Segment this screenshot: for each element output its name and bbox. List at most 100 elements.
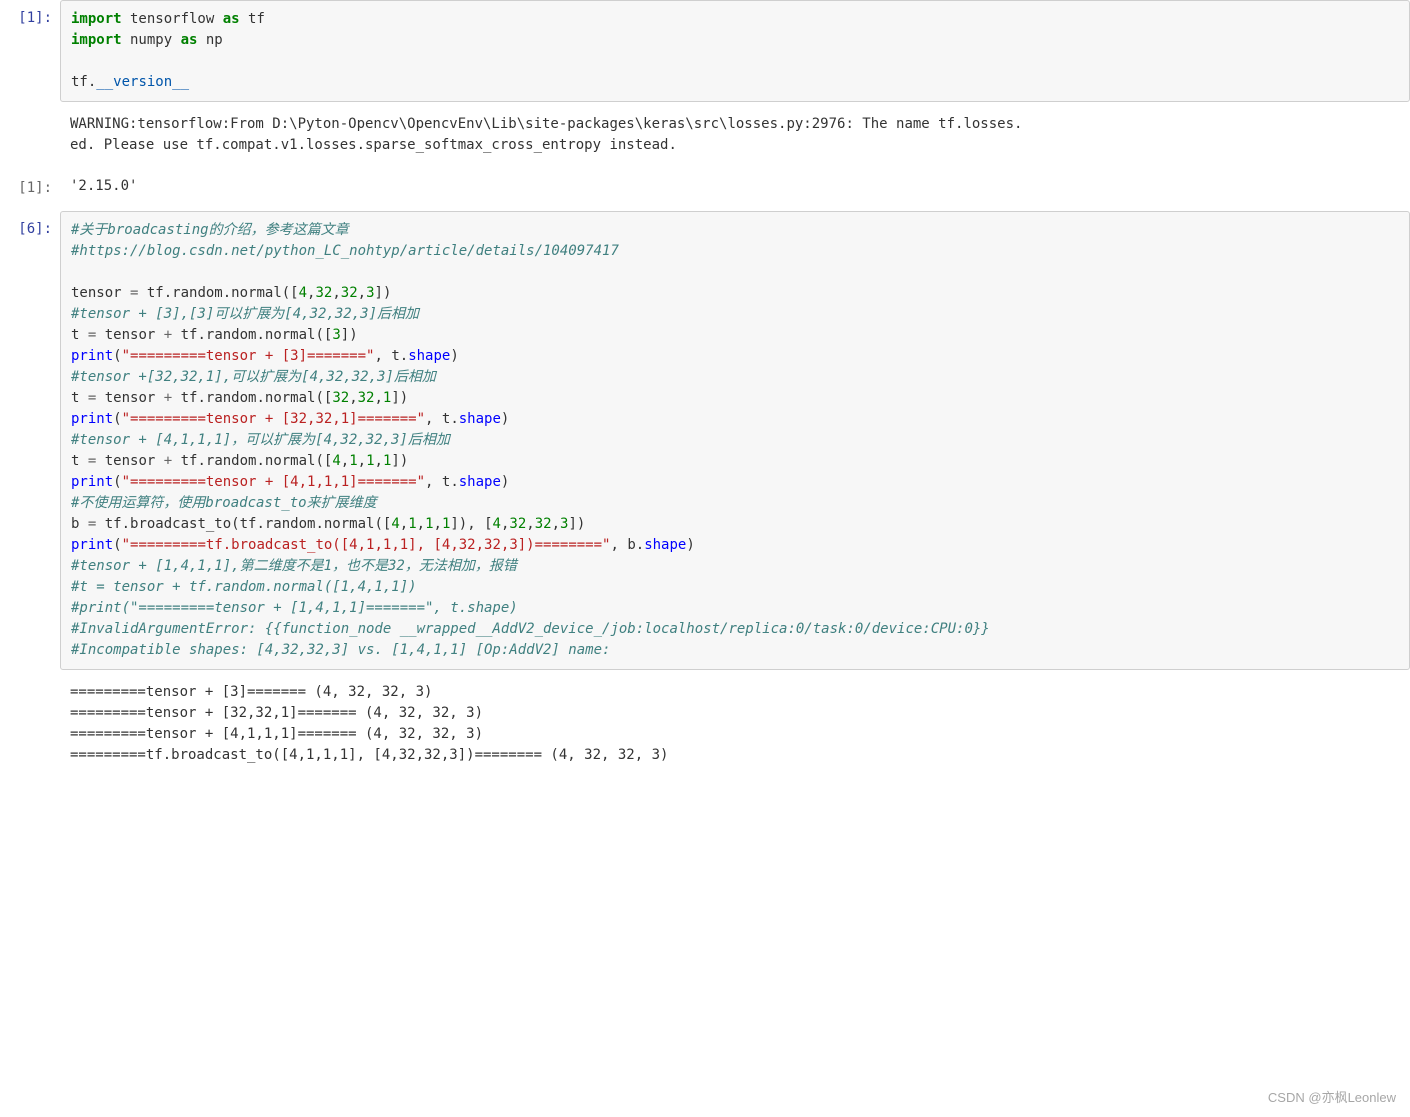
- comma: ,: [417, 516, 425, 532]
- print-output[interactable]: =========tensor + [3]======= (4, 32, 32,…: [60, 676, 1410, 780]
- fn-print: print: [71, 537, 113, 553]
- fn-print: print: [71, 348, 113, 364]
- comma: ,: [374, 390, 382, 406]
- close: ]): [568, 516, 585, 532]
- fn-print: print: [71, 474, 113, 490]
- comma: ,: [341, 453, 349, 469]
- var: tensor: [96, 327, 163, 343]
- num: 32: [332, 390, 349, 406]
- num: 32: [358, 390, 375, 406]
- num: 4: [391, 516, 399, 532]
- comment-line: #tensor + [3],[3]可以扩展为[4,32,32,3]后相加: [71, 306, 419, 322]
- comma: ,: [526, 516, 534, 532]
- comment-line: #InvalidArgumentError: {{function_node _…: [71, 621, 990, 637]
- kw-as: as: [181, 32, 198, 48]
- var: tensor: [96, 453, 163, 469]
- attr-shape: shape: [459, 411, 501, 427]
- close: ]): [375, 285, 392, 301]
- comment-line: #print("=========tensor + [1,4,1,1]=====…: [71, 600, 518, 616]
- comma: ,: [332, 285, 340, 301]
- arg: , b.: [610, 537, 644, 553]
- num: 4: [299, 285, 307, 301]
- var-t: t: [71, 453, 88, 469]
- str: "=========tensor + [32,32,1]=======": [122, 411, 425, 427]
- comment-line: #https://blog.csdn.net/python_LC_nohtyp/…: [71, 243, 619, 259]
- num: 32: [315, 285, 332, 301]
- num: 3: [366, 285, 374, 301]
- mod-numpy: numpy: [122, 32, 181, 48]
- num: 1: [425, 516, 433, 532]
- code-cell-1: [1]: import tensorflow as tf import nump…: [0, 0, 1410, 108]
- warning-output[interactable]: WARNING:tensorflow:From D:\Pyton-Opencv\…: [60, 108, 1410, 170]
- paren: (: [113, 537, 121, 553]
- kw-as: as: [223, 11, 240, 27]
- call: tf.random.normal([: [172, 390, 332, 406]
- code-cell-6: [6]: #关于broadcasting的介绍，参考这篇文章 #https://…: [0, 211, 1410, 676]
- paren: (: [113, 348, 121, 364]
- str: "=========tensor + [3]=======": [122, 348, 375, 364]
- fn-print: print: [71, 411, 113, 427]
- num: 1: [366, 453, 374, 469]
- num: 3: [332, 327, 340, 343]
- op-plus: +: [164, 327, 172, 343]
- in-prompt-1: [1]:: [0, 0, 60, 108]
- attr-version: __version__: [96, 74, 189, 90]
- comment-line: #关于broadcasting的介绍，参考这篇文章: [71, 222, 349, 238]
- mod-tensorflow: tensorflow: [122, 11, 223, 27]
- kw-import: import: [71, 32, 122, 48]
- alias-tf: tf: [240, 11, 265, 27]
- watermark-label: CSDN @亦枫Leonlew: [1268, 1088, 1396, 1108]
- alias-np: np: [197, 32, 222, 48]
- comma: ,: [358, 285, 366, 301]
- out-prompt-1: [1]:: [0, 170, 60, 211]
- obj-tf: tf.: [71, 74, 96, 90]
- arg: , t.: [425, 411, 459, 427]
- empty-prompt: [0, 108, 60, 170]
- comma: ,: [400, 516, 408, 532]
- kw-import: import: [71, 11, 122, 27]
- comment-line: #tensor + [4,1,1,1]，可以扩展为[4,32,32,3]后相加: [71, 432, 450, 448]
- attr-shape: shape: [644, 537, 686, 553]
- close: ]): [391, 390, 408, 406]
- paren: (: [113, 474, 121, 490]
- var-b: b: [71, 516, 88, 532]
- stream-output-1: WARNING:tensorflow:From D:\Pyton-Opencv\…: [0, 108, 1410, 170]
- comma: ,: [552, 516, 560, 532]
- version-result[interactable]: '2.15.0': [60, 170, 1410, 211]
- empty-prompt: [0, 676, 60, 780]
- call: tf.random.normal([: [172, 327, 332, 343]
- str: "=========tensor + [4,1,1,1]=======": [122, 474, 425, 490]
- stream-output-6: =========tensor + [3]======= (4, 32, 32,…: [0, 676, 1410, 780]
- comma: ,: [434, 516, 442, 532]
- comment-line: #Incompatible shapes: [4,32,32,3] vs. [1…: [71, 642, 610, 658]
- var-t: t: [71, 390, 88, 406]
- call: tf.broadcast_to(tf.random.normal([: [96, 516, 391, 532]
- var-t: t: [71, 327, 88, 343]
- arg: , t.: [425, 474, 459, 490]
- mid: ]), [: [450, 516, 492, 532]
- comment-line: #t = tensor + tf.random.normal([1,4,1,1]…: [71, 579, 417, 595]
- var: tensor: [96, 390, 163, 406]
- attr-shape: shape: [459, 474, 501, 490]
- str: "=========tf.broadcast_to([4,1,1,1], [4,…: [122, 537, 611, 553]
- num: 4: [332, 453, 340, 469]
- code-input-6[interactable]: #关于broadcasting的介绍，参考这篇文章 #https://blog.…: [60, 211, 1410, 670]
- comma: ,: [349, 390, 357, 406]
- comment-line: #tensor +[32,32,1],可以扩展为[4,32,32,3]后相加: [71, 369, 436, 385]
- comma: ,: [375, 453, 383, 469]
- call: tf.random.normal([: [138, 285, 298, 301]
- paren: ): [501, 411, 509, 427]
- var-tensor: tensor: [71, 285, 130, 301]
- paren: (: [113, 411, 121, 427]
- op-plus: +: [164, 453, 172, 469]
- code-input-1[interactable]: import tensorflow as tf import numpy as …: [60, 0, 1410, 102]
- close: ]): [341, 327, 358, 343]
- close: ]): [391, 453, 408, 469]
- paren: ): [450, 348, 458, 364]
- num: 4: [493, 516, 501, 532]
- arg: , t.: [374, 348, 408, 364]
- paren: ): [686, 537, 694, 553]
- num: 1: [408, 516, 416, 532]
- num: 32: [509, 516, 526, 532]
- num: 32: [535, 516, 552, 532]
